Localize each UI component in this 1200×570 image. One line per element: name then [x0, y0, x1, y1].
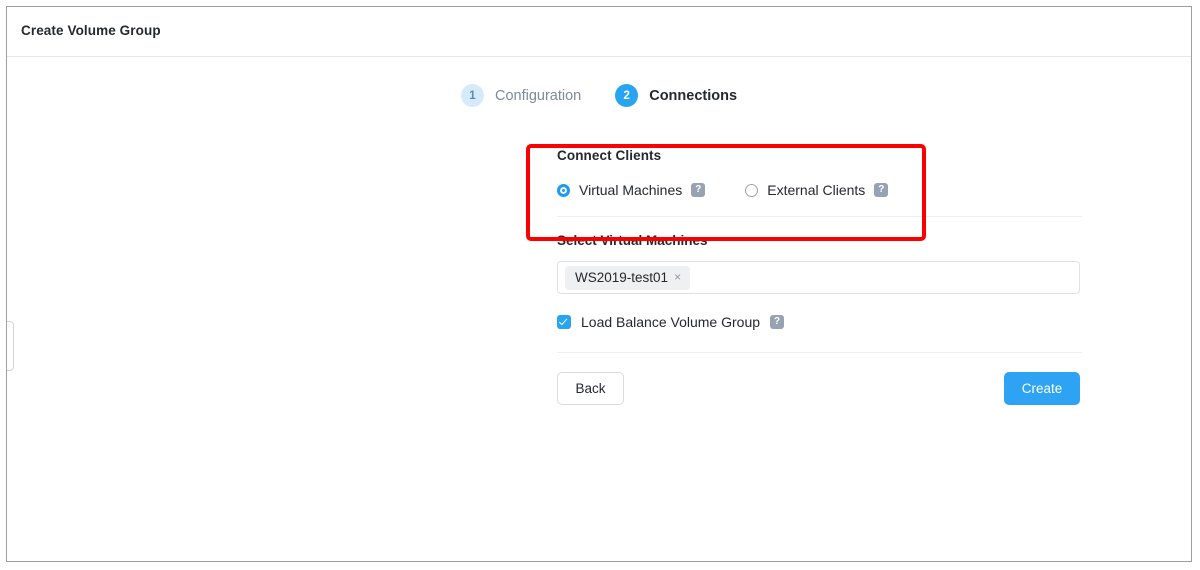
radio-option-external-clients[interactable]: External Clients ?: [745, 182, 889, 198]
step-number-badge: 2: [615, 84, 639, 107]
radio-selected-icon[interactable]: [557, 183, 570, 197]
help-icon[interactable]: ?: [874, 183, 889, 197]
checkbox-checked-icon[interactable]: [557, 315, 571, 329]
step-number-badge: 1: [460, 84, 484, 107]
tag-label: WS2019-test01: [575, 269, 669, 285]
back-button[interactable]: Back: [557, 372, 624, 405]
select-vms-label: Select Virtual Machines: [557, 233, 708, 248]
help-icon[interactable]: ?: [770, 315, 785, 329]
radio-unselected-icon[interactable]: [745, 183, 759, 197]
load-balance-row[interactable]: Load Balance Volume Group ?: [557, 314, 1087, 330]
dialog-title: Create Volume Group: [21, 23, 161, 38]
tag-remove-icon[interactable]: ×: [674, 271, 681, 283]
select-virtual-machines-input[interactable]: WS2019-test01 ×: [557, 261, 1080, 294]
load-balance-label: Load Balance Volume Group: [581, 314, 761, 330]
radio-option-virtual-machines[interactable]: Virtual Machines ?: [557, 182, 706, 198]
connect-clients-heading: Connect Clients: [557, 148, 662, 163]
radio-label: Virtual Machines: [579, 182, 683, 198]
step-label: Connections: [649, 87, 738, 104]
selected-vm-tag: WS2019-test01 ×: [565, 265, 691, 290]
connect-clients-radio-group: Virtual Machines ? External Clients ?: [557, 182, 1087, 198]
panel-collapse-handle[interactable]: [7, 321, 14, 371]
radio-label: External Clients: [767, 182, 866, 198]
wizard-stepper: 1 Configuration 2 Connections: [7, 57, 1191, 134]
connections-form: Connect Clients Virtual Machines ? Exter…: [557, 148, 1087, 405]
create-volume-group-dialog: Create Volume Group 1 Configuration 2 Co…: [6, 6, 1192, 562]
step-connections[interactable]: 2 Connections: [615, 84, 737, 107]
help-icon[interactable]: ?: [691, 183, 706, 197]
actions-divider: [557, 352, 1082, 353]
dialog-titlebar: Create Volume Group: [7, 7, 1191, 57]
step-configuration[interactable]: 1 Configuration: [460, 84, 582, 107]
create-button[interactable]: Create: [1004, 372, 1080, 405]
section-divider: [557, 216, 1082, 217]
step-label: Configuration: [494, 87, 582, 104]
form-actions: Back Create: [557, 372, 1080, 405]
